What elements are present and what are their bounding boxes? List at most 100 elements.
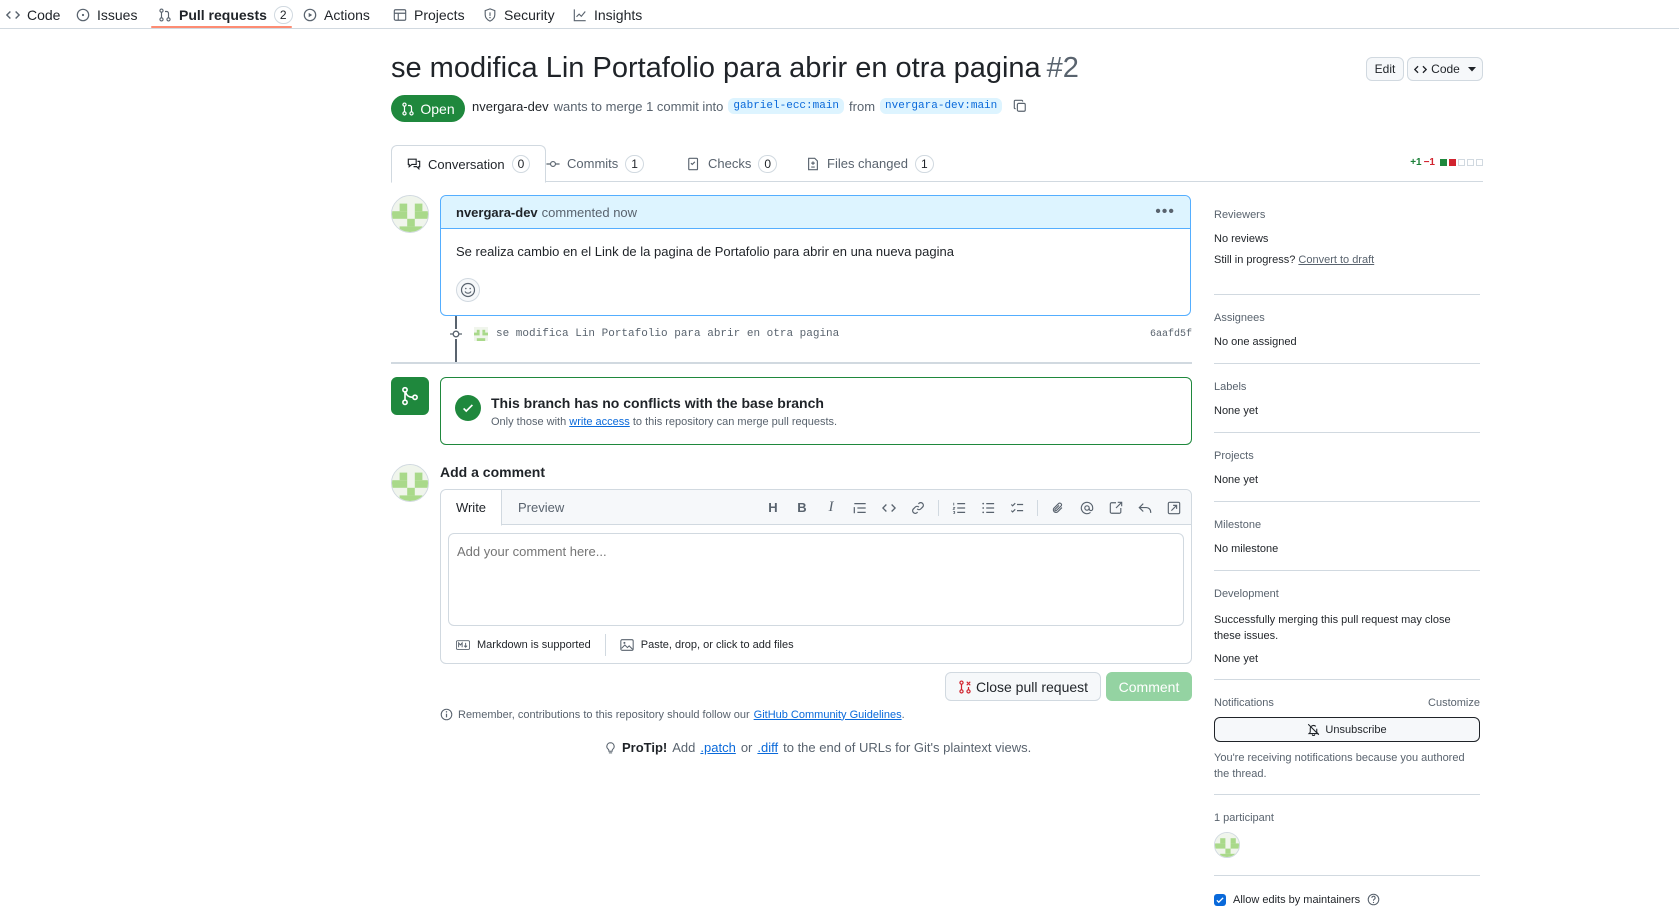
sidebar-labels: Labels None yet [1214, 381, 1480, 417]
comment-meta[interactable]: commented now [542, 205, 637, 220]
markdown-icon [456, 640, 470, 650]
allow-edits-option: Allow edits by maintainers [1214, 893, 1480, 906]
base-branch[interactable]: gabriel-ecc:main [728, 98, 845, 114]
question-icon[interactable] [1367, 893, 1380, 906]
commit-sha-link[interactable]: 6aafd5f [1150, 329, 1192, 340]
bold-icon[interactable]: B [793, 499, 811, 517]
bell-slash-icon [1307, 723, 1320, 736]
notifications-heading: Notifications [1214, 697, 1274, 709]
attach-files-button[interactable]: Paste, drop, or click to add files [641, 639, 794, 651]
code-icon[interactable] [880, 499, 898, 517]
tab-files-changed[interactable]: Files changed 1 [806, 145, 934, 182]
code-dropdown-button[interactable]: Code [1407, 57, 1483, 81]
add-reaction-button[interactable] [456, 278, 480, 302]
tab-files-changed-count: 1 [914, 154, 934, 173]
avatar[interactable] [391, 195, 429, 233]
diffstat-deletions: −1 [1423, 157, 1435, 168]
tab-checks-label: Checks [708, 156, 752, 171]
italic-icon[interactable]: I [822, 499, 840, 517]
milestone-heading[interactable]: Milestone [1214, 519, 1480, 531]
unordered-list-icon[interactable] [979, 499, 997, 517]
write-access-link[interactable]: write access [569, 416, 630, 428]
ordered-list-icon[interactable] [950, 499, 968, 517]
customize-link[interactable]: Customize [1428, 697, 1480, 709]
reply-icon[interactable] [1136, 499, 1154, 517]
remember-end: . [901, 708, 905, 721]
head-branch[interactable]: nvergara-dev:main [880, 98, 1003, 114]
nav-issues[interactable]: Issues [70, 0, 143, 29]
comment-button[interactable]: Comment [1106, 672, 1192, 701]
allow-edits-checkbox[interactable] [1214, 893, 1226, 906]
pull-request-icon [158, 7, 172, 22]
diffstat-block [1440, 159, 1447, 166]
participants-heading: 1 participant [1214, 812, 1274, 824]
tab-commits-label: Commits [567, 156, 619, 171]
convert-to-draft-link[interactable]: Convert to draft [1298, 254, 1374, 266]
pr-author-link[interactable]: nvergara-dev [472, 99, 549, 114]
edit-title-button[interactable]: Edit [1366, 57, 1404, 81]
close-pull-request-button[interactable]: Close pull request [945, 672, 1101, 701]
avatar[interactable] [474, 327, 488, 341]
link-icon[interactable] [909, 499, 927, 517]
sidebar-divider [1214, 432, 1480, 433]
patch-link[interactable]: .patch [700, 740, 735, 755]
community-guidelines-link[interactable]: GitHub Community Guidelines [754, 709, 902, 721]
image-icon [620, 639, 634, 651]
labels-heading[interactable]: Labels [1214, 381, 1480, 393]
light-bulb-icon [604, 741, 617, 755]
nav-security[interactable]: Security [477, 0, 561, 29]
development-heading[interactable]: Development [1214, 588, 1480, 600]
heading-icon[interactable]: H [764, 499, 782, 517]
tab-checks[interactable]: Checks 0 [687, 145, 778, 182]
paperclip-icon[interactable] [1049, 499, 1067, 517]
protip: ProTip! Add .patch or .diff to the end o… [604, 740, 1031, 755]
nav-projects[interactable]: Projects [387, 0, 471, 29]
diffstat-block [1467, 159, 1474, 166]
nav-code[interactable]: Code [0, 0, 66, 29]
comment-author-link[interactable]: nvergara-dev [456, 205, 538, 220]
kebab-horizontal-icon[interactable]: ••• [1155, 203, 1175, 221]
tab-conversation[interactable]: Conversation 0 [391, 145, 547, 183]
nav-selected-underline [151, 26, 292, 28]
code-icon [1414, 63, 1428, 76]
diff-link[interactable]: .diff [757, 740, 778, 755]
sidebar-notifications: Notifications Customize Unsubscribe You'… [1214, 697, 1480, 782]
quote-icon[interactable] [851, 499, 869, 517]
commit-icon [446, 326, 466, 342]
issue-icon [76, 8, 90, 22]
mention-icon[interactable] [1078, 499, 1096, 517]
tab-commits[interactable]: Commits 1 [546, 145, 644, 182]
copy-icon[interactable] [1013, 99, 1027, 113]
nav-pull-requests[interactable]: Pull requests 2 [152, 0, 299, 29]
nav-insights[interactable]: Insights [567, 0, 648, 29]
markdown-supported-link[interactable]: Markdown is supported [477, 639, 591, 651]
merge-box: This branch has no conflicts with the ba… [440, 377, 1192, 445]
comment-body: Se realiza cambio en el Link de la pagin… [456, 244, 954, 259]
nav-projects-label: Projects [414, 6, 465, 23]
projects-heading[interactable]: Projects [1214, 450, 1480, 462]
tab-preview[interactable]: Preview [518, 490, 564, 525]
status-badge: Open [391, 95, 465, 122]
task-list-icon[interactable] [1008, 499, 1026, 517]
unsubscribe-button[interactable]: Unsubscribe [1214, 717, 1480, 742]
diffstat-block [1458, 159, 1465, 166]
avatar[interactable] [1214, 832, 1240, 858]
assignees-value: No one assigned [1214, 336, 1297, 348]
nav-actions[interactable]: Actions [297, 0, 376, 29]
merge-status-icon [391, 377, 429, 415]
sidebar-reviewers: Reviewers No reviews Still in progress? … [1214, 209, 1480, 266]
tab-write[interactable]: Write [441, 490, 502, 526]
merge-summary: nvergara-dev wants to merge 1 commit int… [472, 98, 1027, 114]
reviewers-heading[interactable]: Reviewers [1214, 209, 1480, 221]
sidebar-divider [1214, 794, 1480, 795]
nav-pull-requests-label: Pull requests [179, 6, 267, 23]
avatar[interactable] [391, 464, 429, 502]
nav-actions-label: Actions [324, 6, 370, 23]
comment-textarea[interactable] [448, 533, 1184, 626]
triangle-down-icon [1467, 65, 1476, 73]
assignees-heading[interactable]: Assignees [1214, 312, 1480, 324]
fullscreen-icon[interactable] [1165, 499, 1183, 517]
commit-message-link[interactable]: se modifica Lin Portafolio para abrir en… [496, 328, 839, 340]
cross-reference-icon[interactable] [1107, 499, 1125, 517]
notification-reason: You're receiving notifications because y… [1214, 752, 1465, 780]
